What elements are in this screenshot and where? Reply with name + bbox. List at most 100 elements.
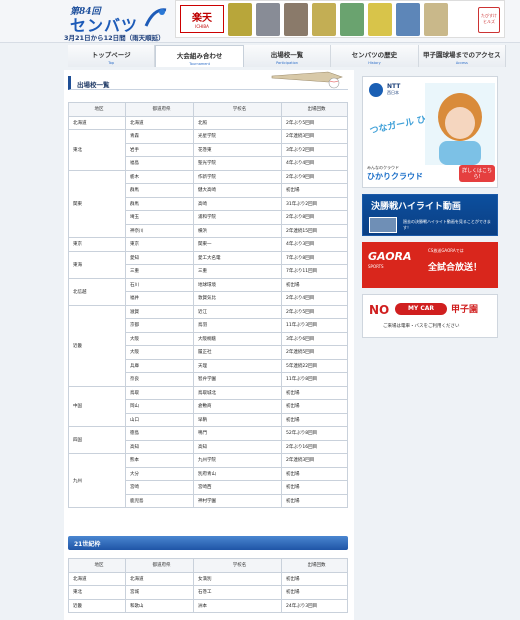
ad-badge: たびすけ ヒルズ [478, 7, 500, 33]
school-cell[interactable]: 天理 [193, 358, 282, 373]
school-cell[interactable]: 早鞆 [193, 412, 282, 427]
appearance-cell: 初出場 [281, 277, 348, 292]
nav-item-top[interactable]: トップページ Top [68, 45, 156, 67]
school-cell[interactable]: 横浜 [193, 223, 282, 238]
school-cell[interactable]: 地球環境 [193, 277, 282, 292]
school-cell[interactable]: 光星学院 [193, 129, 282, 144]
ad-product-image[interactable] [256, 3, 280, 36]
senbatsu-logo[interactable]: 第84回 センバツ 3月21日から12日間（雨天順延） [60, 2, 170, 42]
ad-product-image[interactable] [396, 3, 420, 36]
appearance-cell: 2年ぶり8回目 [281, 210, 348, 225]
ntt-footer: みんなのクラウド ひかりクラウド 詳しくはこちら! [367, 165, 495, 185]
ntt-ad[interactable]: NTT 西日本 つなガール ひろガール みんなのクラウド ひかりクラウド 詳しく… [362, 76, 498, 188]
prefecture-cell: 神奈川 [125, 223, 194, 238]
gaora-main-text: 全試合放送！ [428, 263, 483, 273]
subsection-header: 21世紀枠 [68, 536, 348, 550]
school-cell[interactable]: 大阪桐蔭 [193, 331, 282, 346]
school-cell[interactable]: 鳴門 [193, 426, 282, 441]
table-row: 近畿 和歌山 洲本 24年ぶり3回目 [68, 598, 348, 613]
school-cell[interactable]: 鳥羽 [193, 318, 282, 333]
school-cell[interactable]: 履正社 [193, 345, 282, 360]
rakuten-ad-banner[interactable]: 楽天 ICHIBA たびすけ ヒルズ [175, 0, 505, 38]
appearance-cell: 初出場 [281, 466, 348, 481]
ad-product-image[interactable] [228, 3, 252, 36]
school-cell[interactable]: 敦賀気比 [193, 291, 282, 306]
video-thumbnail-icon [369, 217, 397, 233]
table-header-row: 地区 都道府県 学校名 出場回数 [68, 558, 348, 573]
school-cell[interactable]: 智弁学園 [193, 372, 282, 387]
school-cell[interactable]: 聖光学院 [193, 156, 282, 171]
region-cell: 東海 [68, 250, 126, 279]
baseball-player-icon [144, 8, 167, 27]
no-my-car-banner[interactable]: NO MY CAR 甲子園 ご来場は電車・バスをご利用ください [362, 294, 498, 338]
final-highlight-banner[interactable]: 決勝戦ハイライト動画 過去の決勝戦ハイライト動画を見ることができます！ [362, 194, 498, 236]
prefecture-cell: 和歌山 [125, 598, 194, 613]
school-cell[interactable]: 三重 [193, 264, 282, 279]
school-cell[interactable]: 高崎 [193, 196, 282, 211]
prefecture-cell: 兵庫 [125, 358, 194, 373]
prefecture-cell: 大阪 [125, 331, 194, 346]
region-cell: 関東 [68, 169, 126, 238]
appearance-cell: 4年ぶり4回目 [281, 156, 348, 171]
school-cell[interactable]: 花巻東 [193, 142, 282, 157]
prefecture-cell: 北海道 [125, 571, 194, 586]
column-header: 学校名 [193, 102, 282, 117]
section-header: 出場校一覧 [68, 71, 348, 90]
person-image-icon [425, 83, 495, 165]
region-cell: 北海道 [68, 571, 126, 586]
gaora-banner[interactable]: GAORA SPORTS CS放送GAORAでは 全試合放送！ [362, 242, 498, 288]
region-cell: 東北 [68, 585, 126, 600]
prefecture-cell: 福井 [125, 291, 194, 306]
school-cell[interactable]: 倉敷商 [193, 399, 282, 414]
appearance-cell: 2年ぶり16回目 [281, 439, 348, 454]
school-cell[interactable]: 愛工大名電 [193, 250, 282, 265]
prefecture-cell: 岡山 [125, 399, 194, 414]
school-cell[interactable]: 宮崎西 [193, 480, 282, 495]
nav-label: 甲子園球場までのアクセス [422, 51, 501, 59]
appearance-cell: 5年連続22回目 [281, 358, 348, 373]
school-cell[interactable]: 神村学園 [193, 493, 282, 508]
ad-product-image[interactable] [424, 3, 448, 36]
region-cell: 近畿 [68, 304, 126, 387]
nav-item-tournament[interactable]: 大会組み合わせ Tournament [155, 45, 244, 67]
ad-product-image[interactable] [284, 3, 308, 36]
prefecture-cell: 青森 [125, 129, 194, 144]
school-cell[interactable]: 別府青山 [193, 466, 282, 481]
nav-item-history[interactable]: センバツの歴史 History [331, 45, 419, 67]
school-cell[interactable]: 浦和学院 [193, 210, 282, 225]
school-cell[interactable]: 作新学院 [193, 169, 282, 184]
school-cell[interactable]: 高知 [193, 439, 282, 454]
nav-item-participation[interactable]: 出場校一覧 Participation [243, 45, 332, 67]
appearance-cell: 2年連続3回目 [281, 129, 348, 144]
table-row: 関東 栃木 作新学院 2年ぶり9回目 [68, 169, 348, 238]
appearance-cell: 初出場 [281, 480, 348, 495]
school-cell[interactable]: 女満別 [193, 571, 282, 586]
school-cell[interactable]: 鳥取城北 [193, 385, 282, 400]
ad-product-image[interactable] [312, 3, 336, 36]
appearance-cell: 7年ぶり8回目 [281, 250, 348, 265]
school-cell[interactable]: 健大高崎 [193, 183, 282, 198]
sidebar: NTT 西日本 つなガール ひろガール みんなのクラウド ひかりクラウド 詳しく… [358, 70, 520, 620]
school-cell[interactable]: 関東一 [193, 237, 282, 252]
prefecture-cell: 三重 [125, 264, 194, 279]
prefecture-cell: 奈良 [125, 372, 194, 387]
nav-item-access[interactable]: 甲子園球場までのアクセス Access [418, 45, 507, 67]
ad-product-image[interactable] [368, 3, 392, 36]
prefecture-cell: 栃木 [125, 169, 194, 184]
ad-product-image[interactable] [340, 3, 364, 36]
school-cell[interactable]: 北照 [193, 115, 282, 130]
ntt-details-button[interactable]: 詳しくはこちら! [459, 165, 495, 182]
page-title: 出場校一覧 [77, 81, 110, 89]
nav-label: 大会組み合わせ [176, 52, 223, 60]
nomycar-car: MY CAR [395, 303, 447, 315]
appearance-cell: 2年連続5回目 [281, 345, 348, 360]
school-cell[interactable]: 九州学院 [193, 453, 282, 468]
school-cell[interactable]: 近江 [193, 304, 282, 319]
column-header: 学校名 [193, 558, 282, 573]
school-cell[interactable]: 洲本 [193, 598, 282, 613]
school-cell[interactable]: 石巻工 [193, 585, 282, 600]
gaora-logo-sub: SPORTS [368, 264, 384, 269]
prefecture-cell: 福島 [125, 156, 194, 171]
prefecture-cell: 群馬 [125, 196, 194, 211]
region-cell: 九州 [68, 453, 126, 508]
